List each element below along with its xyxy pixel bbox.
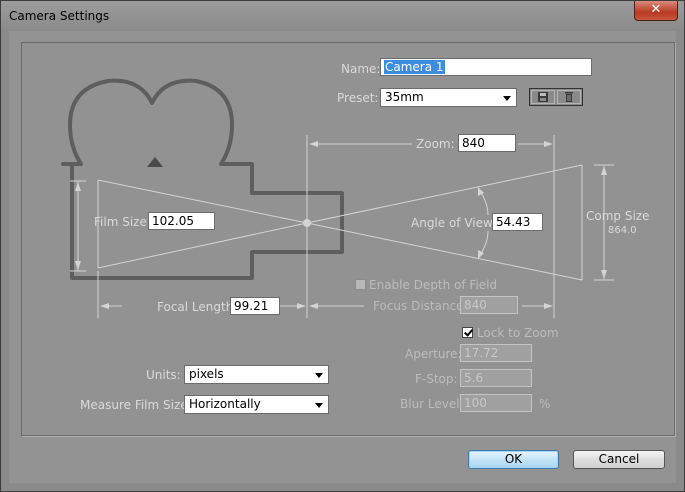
units-dropdown[interactable]: pixels [184, 365, 329, 384]
units-label: Units: [146, 368, 181, 382]
comp-size-arrowhead-down [601, 270, 607, 279]
dialog-body: Name: Camera 1 Preset: 35mm Zoom: 840 Fi… [9, 31, 676, 483]
measure-film-size-label: Measure Film Size: [80, 398, 192, 412]
chevron-down-icon [315, 373, 323, 378]
preset-buttons [529, 88, 583, 106]
save-preset-button[interactable] [531, 90, 555, 104]
zoom-arrowhead-right [544, 141, 553, 147]
zoom-input[interactable]: 840 [458, 134, 516, 152]
preset-label: Preset: [337, 91, 379, 105]
comp-size-value: 864.0 [608, 225, 637, 236]
angle-of-view-input[interactable]: 54.43 [492, 213, 543, 231]
angle-arrowhead-upper [478, 187, 484, 196]
focal-length-input[interactable]: 99.21 [230, 297, 280, 315]
preset-dropdown[interactable]: 35mm [380, 88, 517, 107]
blur-level-label: Blur Level: [400, 397, 464, 411]
film-size-input[interactable]: 102.05 [148, 212, 215, 230]
focus-distance-arrowhead-right [544, 303, 553, 309]
measure-film-size-dropdown[interactable]: Horizontally [184, 395, 329, 414]
chevron-down-icon [503, 96, 511, 101]
measure-film-size-value: Horizontally [189, 397, 261, 411]
focal-length-label: Focal Length: [157, 300, 238, 314]
close-button[interactable]: ✕ [634, 1, 678, 21]
units-value: pixels [189, 367, 224, 381]
f-stop-input[interactable]: 5.6 [460, 369, 532, 387]
camera-indicator-triangle [147, 157, 163, 167]
film-size-arrowhead-down [75, 261, 81, 270]
name-label: Name: [341, 62, 381, 76]
comp-size-label: Comp Size [586, 209, 650, 223]
zoom-arrowhead-left [309, 141, 318, 147]
comp-size-arrowhead-up [601, 166, 607, 175]
view-cone-lower-right [306, 222, 583, 281]
cancel-button[interactable]: Cancel [573, 450, 665, 469]
camera-body-outline [61, 78, 344, 280]
f-stop-label: F-Stop: [415, 372, 458, 386]
film-size-arrowhead-up [75, 182, 81, 191]
delete-preset-button[interactable] [557, 90, 581, 104]
focal-length-arrowhead-right [297, 303, 306, 309]
enable-depth-of-field-label: Enable Depth of Field [369, 278, 498, 292]
lock-to-zoom-label: Lock to Zoom [477, 326, 559, 340]
camera-settings-dialog: Camera Settings ✕ Name: Camera 1 Preset:… [0, 0, 685, 492]
blur-level-input[interactable]: 100 [460, 394, 532, 412]
aperture-input[interactable]: 17.72 [460, 344, 532, 362]
angle-arc-lower [479, 230, 489, 256]
lock-to-zoom-checkbox[interactable] [462, 327, 473, 338]
delete-preset-icon [565, 92, 573, 102]
aperture-label: Aperture: [405, 347, 462, 361]
enable-depth-of-field-checkbox[interactable] [355, 279, 366, 290]
zoom-label: Zoom: [416, 137, 455, 151]
angle-arrowhead-lower [478, 250, 484, 259]
blur-level-unit: % [539, 397, 551, 411]
title-bar[interactable]: Camera Settings ✕ [1, 1, 684, 31]
focus-distance-input[interactable]: 840 [460, 296, 518, 314]
settings-panel: Name: Camera 1 Preset: 35mm Zoom: 840 Fi… [21, 42, 675, 436]
focus-distance-arrowhead-left [309, 303, 318, 309]
film-size-label: Film Size: [94, 215, 151, 229]
focal-length-arrowhead-left [100, 303, 109, 309]
ok-button[interactable]: OK [468, 450, 559, 469]
focus-distance-label: Focus Distance: [373, 299, 468, 313]
name-input[interactable]: Camera 1 [380, 58, 592, 76]
preset-value: 35mm [385, 90, 424, 104]
angle-of-view-label: Angle of View: [411, 216, 497, 230]
window-title: Camera Settings [9, 9, 110, 23]
chevron-down-icon [315, 403, 323, 408]
save-preset-icon [538, 92, 548, 102]
angle-arc-upper [479, 190, 489, 216]
name-value: Camera 1 [384, 60, 445, 74]
